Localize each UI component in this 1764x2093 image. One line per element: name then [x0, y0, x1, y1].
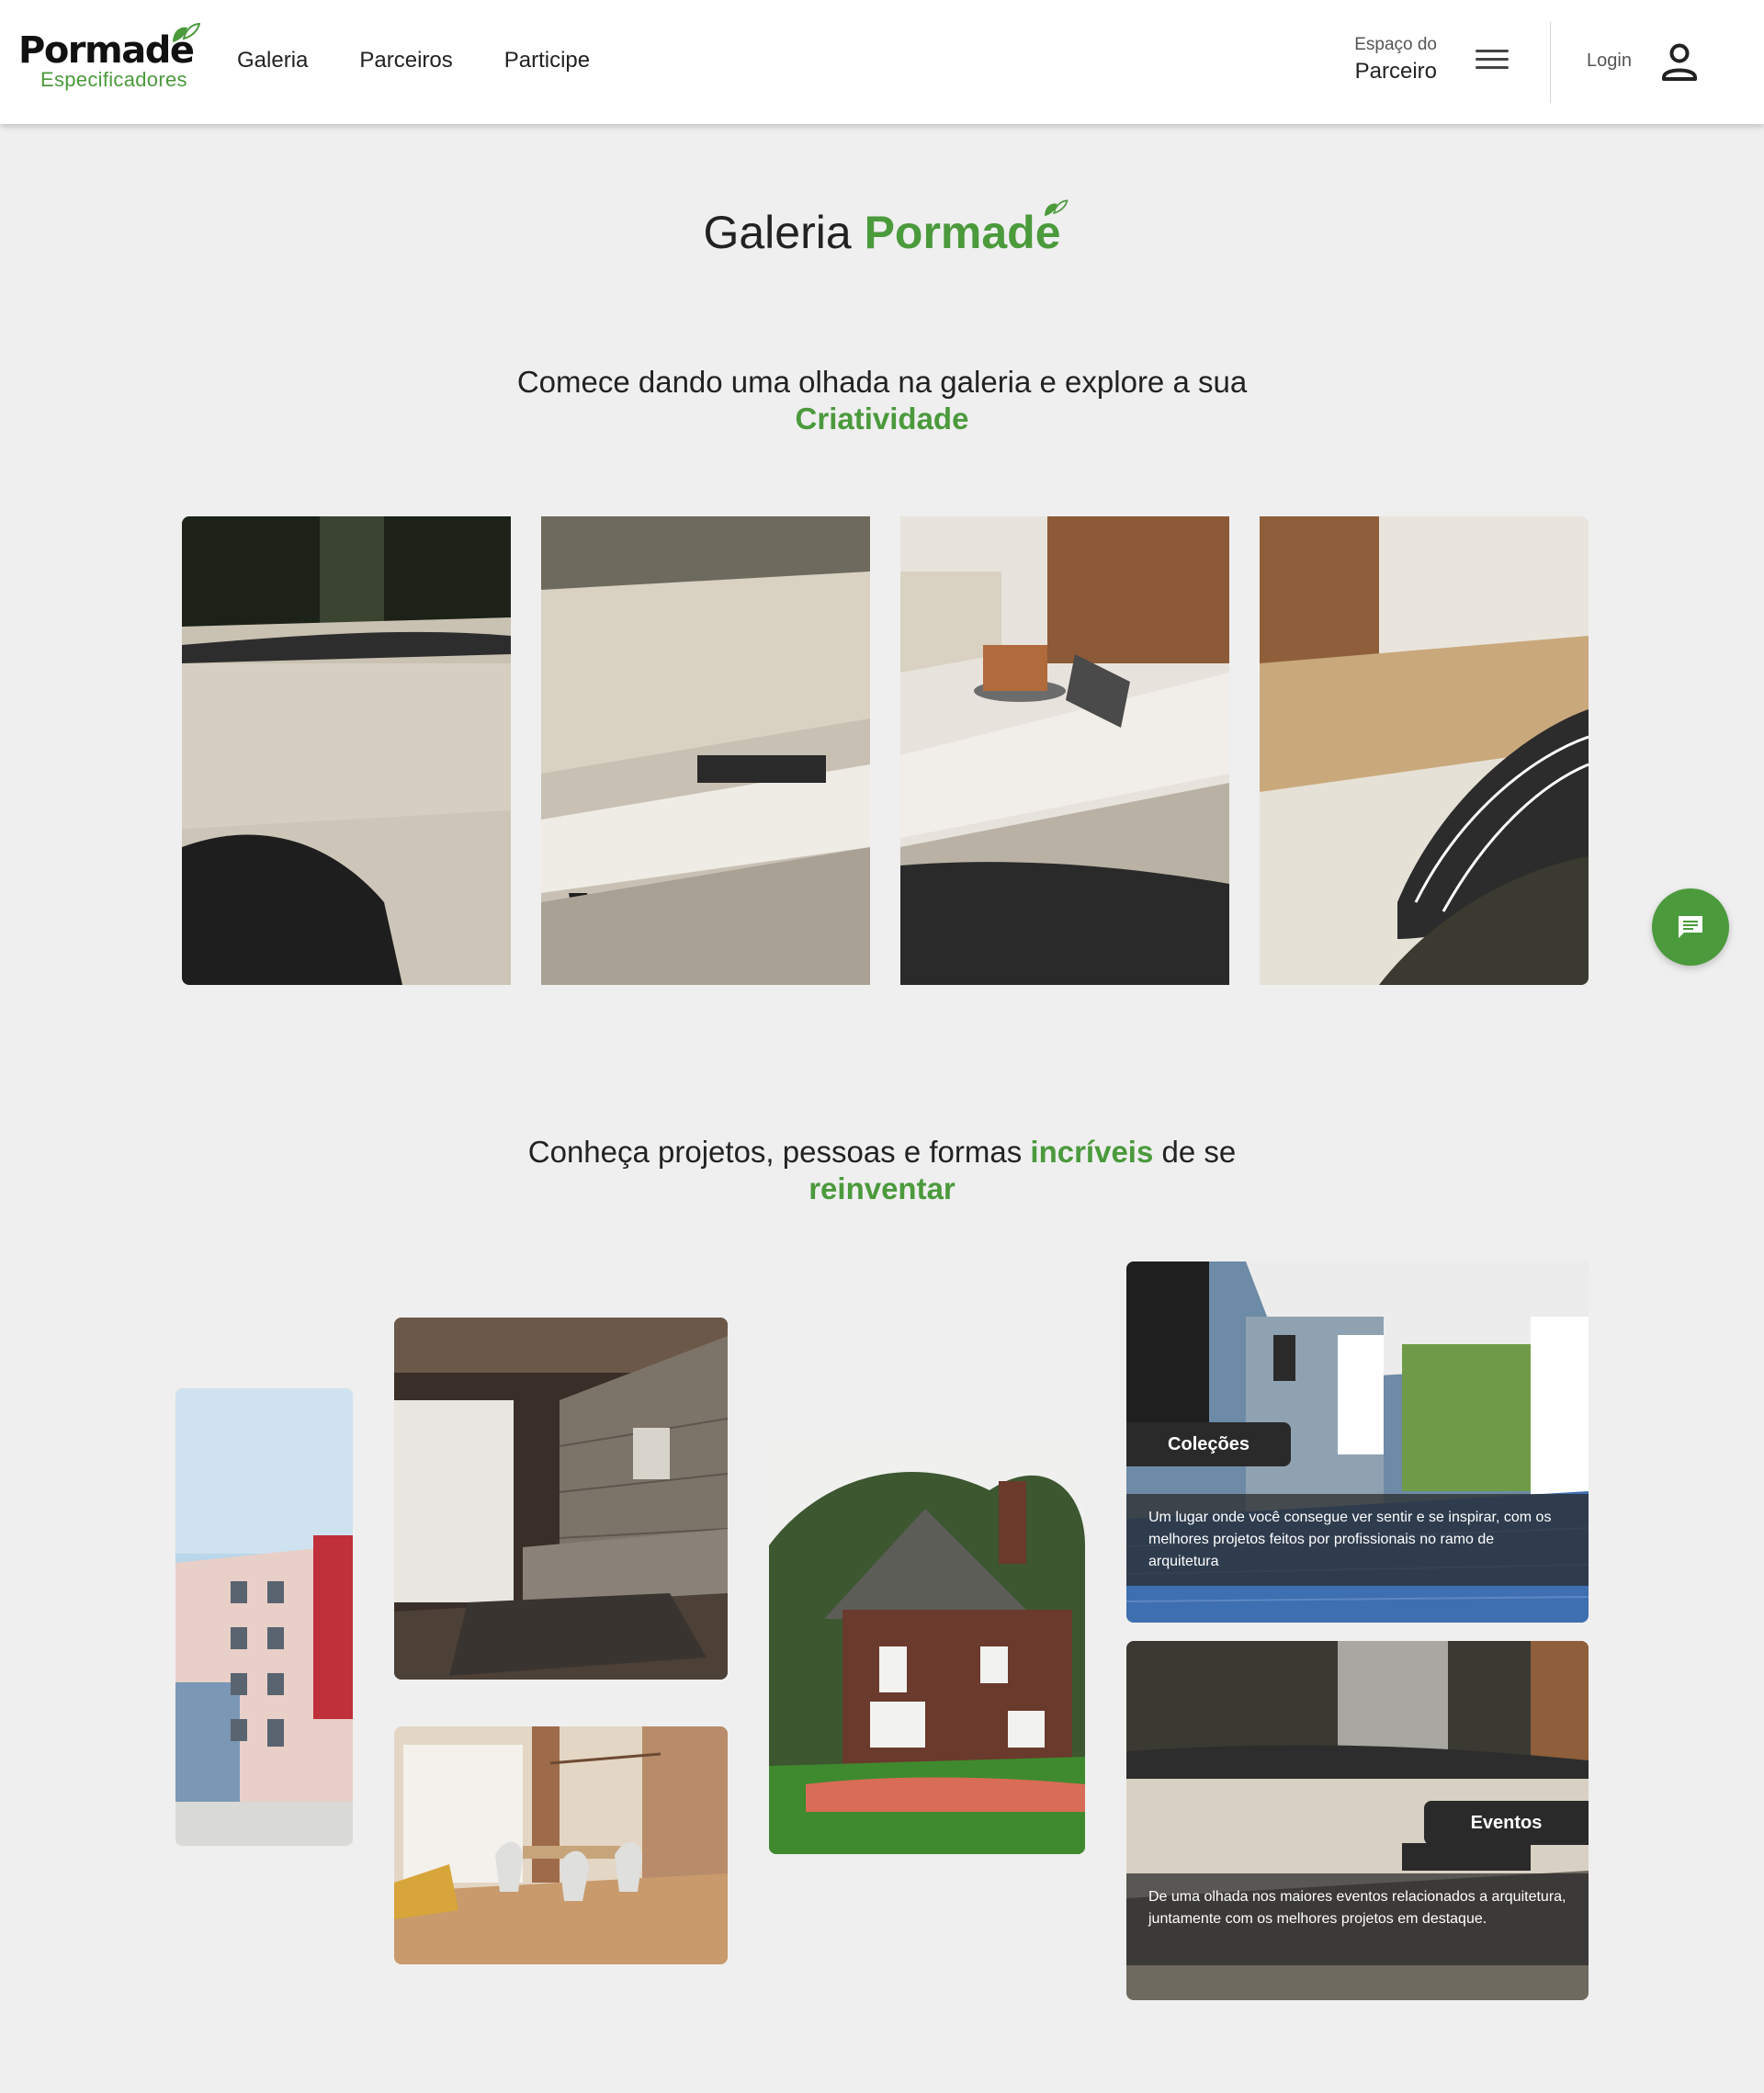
- events-card[interactable]: Eventos De uma olhada nos maiores evento…: [1126, 1641, 1589, 2000]
- section-gallery-heading: Comece dando uma olhada na galeria e exp…: [0, 364, 1764, 437]
- nav-galeria[interactable]: Galeria: [237, 48, 308, 74]
- gallery-slice-1[interactable]: [182, 516, 511, 985]
- project-card-living-room[interactable]: [394, 1318, 728, 1680]
- section-gallery-highlight: Criatividade: [795, 402, 969, 436]
- gallery-slice-2[interactable]: [541, 516, 870, 985]
- nav-parceiros[interactable]: Parceiros: [359, 48, 452, 74]
- chat-button[interactable]: [1652, 888, 1729, 966]
- gallery-image-1: [182, 516, 511, 985]
- logo-wordmark: Pormade: [18, 29, 195, 72]
- section-projects-heading: Conheça projetos, pessoas e formas incrí…: [0, 1134, 1764, 1207]
- project-card-building[interactable]: [175, 1388, 353, 1846]
- project-image-living-room: [394, 1318, 728, 1680]
- project-image-house: [769, 1435, 1085, 1854]
- hamburger-icon[interactable]: [1476, 50, 1509, 75]
- project-image-building: [175, 1388, 353, 1846]
- events-tag[interactable]: Eventos: [1424, 1801, 1589, 1845]
- partner-line2: Parceiro: [1354, 59, 1437, 84]
- gallery-slice-3[interactable]: [900, 516, 1229, 985]
- partner-space-link[interactable]: Espaço do Parceiro: [1354, 35, 1437, 85]
- section-projects-line1: Conheça projetos, pessoas e formas incrí…: [527, 1135, 1237, 1169]
- leaf-icon: [1044, 199, 1069, 217]
- section-gallery-text: Comece dando uma olhada na galeria e exp…: [516, 365, 1248, 399]
- events-description: De uma olhada nos maiores eventos relaci…: [1126, 1873, 1589, 1965]
- collections-tag[interactable]: Coleções: [1126, 1422, 1291, 1466]
- login-link[interactable]: Login: [1587, 51, 1632, 72]
- title-brand: Pormade: [865, 199, 1069, 258]
- project-card-dining[interactable]: [394, 1726, 728, 1964]
- gallery-slice-4[interactable]: [1260, 516, 1589, 985]
- project-card-house[interactable]: [769, 1435, 1085, 1854]
- section-projects-line2: reinventar: [808, 1171, 956, 1205]
- chat-icon: [1679, 916, 1702, 938]
- collections-card[interactable]: Coleções Um lugar onde você consegue ver…: [1126, 1261, 1589, 1623]
- collections-description: Um lugar onde você consegue ver sentir e…: [1126, 1494, 1589, 1586]
- partner-line1: Espaço do: [1354, 35, 1437, 54]
- main-nav: Galeria Parceiros Participe: [237, 48, 590, 74]
- nav-participe[interactable]: Participe: [504, 48, 590, 74]
- pormade-logo[interactable]: Pormade Especificadores: [18, 20, 202, 94]
- title-prefix: Galeria: [703, 207, 852, 258]
- project-image-dining: [394, 1726, 728, 1964]
- gallery-image-2: [541, 516, 870, 985]
- header-divider: [1550, 22, 1551, 103]
- gallery-image-3: [900, 516, 1229, 985]
- gallery-image-4: [1260, 516, 1589, 985]
- user-icon[interactable]: [1661, 42, 1698, 81]
- site-header: Pormade Especificadores Galeria Parceiro…: [0, 0, 1764, 124]
- logo-subtitle: Especificadores: [40, 68, 187, 91]
- page-title: Galeria Pormade: [0, 199, 1764, 259]
